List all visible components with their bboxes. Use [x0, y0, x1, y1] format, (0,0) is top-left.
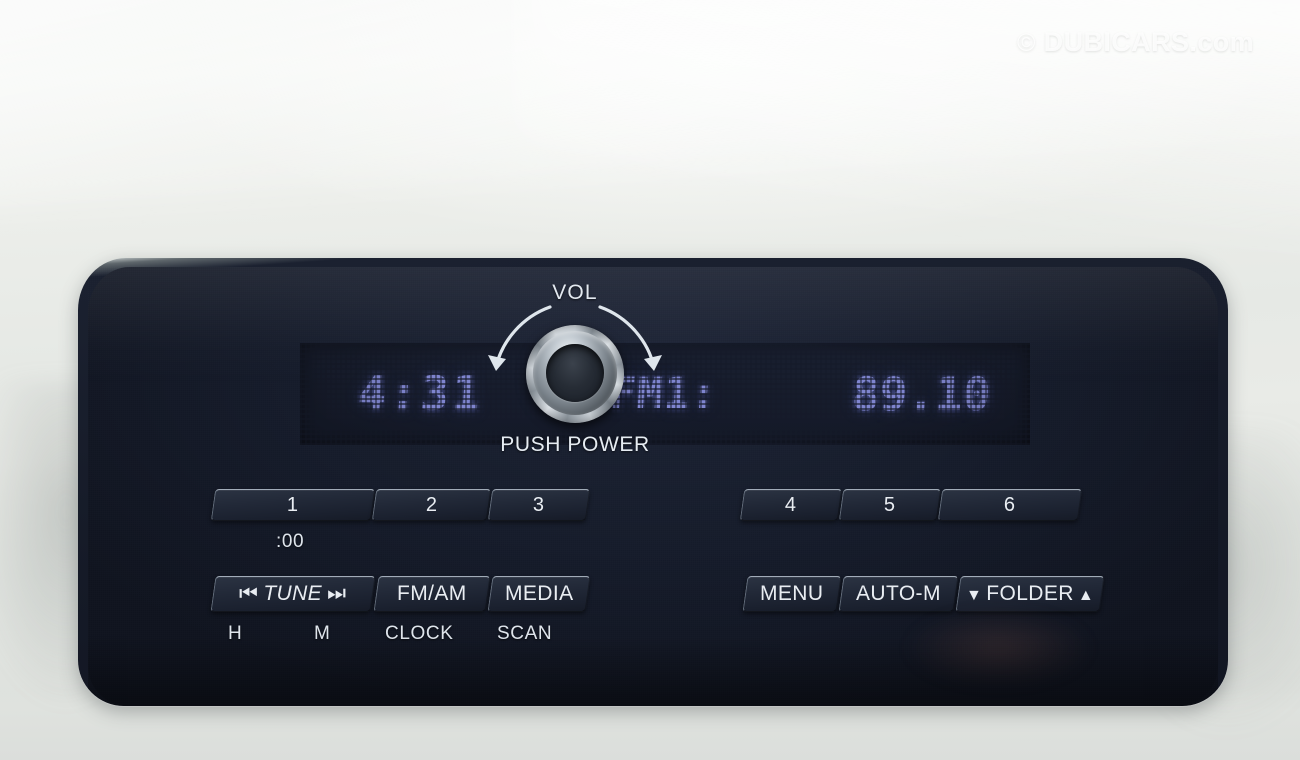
fm-am-button[interactable]: FM/AM	[373, 576, 491, 612]
faceplate-bottom-shade	[88, 635, 1218, 706]
hour-sublabel: H	[228, 623, 243, 644]
copyright-icon: ©	[1016, 29, 1036, 57]
volume-control-group: VOL PUSH POWER	[480, 275, 670, 465]
tune-button[interactable]: ⏮ TUNE ⏭	[210, 576, 376, 612]
folder-button[interactable]: ▼ FOLDER ▲	[955, 576, 1105, 612]
dubicars-watermark: © DUBICARS.com	[1017, 27, 1254, 58]
volume-knob[interactable]	[526, 325, 624, 423]
preset-button-6-label: 6	[1004, 493, 1016, 516]
tune-button-content: ⏮ TUNE ⏭	[239, 582, 346, 606]
lcd-clock-readout: 4:31	[356, 366, 486, 422]
fm-am-button-label: FM/AM	[397, 582, 467, 605]
watermark-text: DUBICARS.com	[1043, 27, 1254, 57]
scan-sublabel: SCAN	[497, 623, 553, 644]
push-power-label: PUSH POWER	[500, 433, 650, 456]
preset-button-2-label: 2	[425, 493, 438, 516]
folder-button-content: ▼ FOLDER ▲	[966, 582, 1094, 606]
auto-m-button-label: AUTO-M	[856, 582, 941, 605]
preset-button-4[interactable]: 4	[739, 489, 843, 521]
folder-button-label: FOLDER	[986, 582, 1074, 605]
skip-previous-icon: ⏮	[239, 582, 259, 605]
preset-button-1-label: 1	[287, 493, 299, 516]
lcd-frequency-readout: 89.10	[850, 367, 992, 421]
preset-button-5[interactable]: 5	[838, 489, 942, 521]
head-unit-faceplate: 4:31 FM1: 89.10 1 2 3 :00 4 5 6 ⏮ TUNE ⏭…	[88, 267, 1218, 706]
preset-button-3[interactable]: 3	[487, 489, 591, 521]
preset-button-4-label: 4	[785, 493, 797, 516]
menu-button[interactable]: MENU	[742, 576, 842, 612]
tune-button-label: TUNE	[263, 582, 323, 605]
media-button[interactable]: MEDIA	[487, 576, 591, 612]
folder-down-icon: ▼	[965, 587, 983, 604]
faceplate-reflection	[903, 608, 1094, 689]
clock-sublabel: CLOCK	[385, 623, 454, 644]
preset-button-1[interactable]: 1	[210, 489, 376, 521]
menu-button-label: MENU	[760, 582, 824, 605]
skip-next-icon: ⏭	[327, 582, 347, 605]
preset-button-2[interactable]: 2	[371, 489, 492, 521]
preset-1-clock-sublabel: :00	[276, 531, 305, 552]
preset-button-5-label: 5	[884, 493, 896, 516]
minute-sublabel: M	[314, 623, 331, 644]
folder-up-icon: ▲	[1077, 587, 1095, 604]
car-stereo-photo: © DUBICARS.com 4:31 FM1: 89.10 1 2 3:00…	[0, 0, 1300, 760]
radio-head-unit: 4:31 FM1: 89.10 1 2 3 :00 4 5 6 ⏮ TUNE ⏭…	[78, 258, 1228, 706]
media-button-label: MEDIA	[504, 582, 574, 605]
auto-m-button[interactable]: AUTO-M	[838, 576, 959, 612]
preset-button-6[interactable]: 6	[937, 489, 1083, 521]
preset-button-3-label: 3	[533, 493, 545, 516]
